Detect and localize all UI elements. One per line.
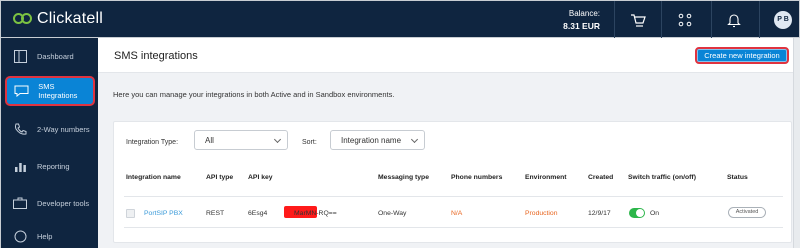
dashboard-icon — [12, 49, 28, 63]
chart-icon — [12, 159, 28, 173]
messaging-type-cell: One-Way — [378, 210, 407, 217]
sort-select[interactable]: Integration name — [330, 130, 425, 150]
balance-display: Balance: 8.31 EUR — [558, 9, 600, 31]
column-header: API key — [248, 174, 273, 181]
sidebar-item-reporting[interactable]: Reporting — [1, 148, 99, 184]
sidebar-item-dashboard[interactable]: Dashboard — [1, 38, 99, 74]
help-icon — [12, 229, 28, 243]
brand-name: Clickatell — [37, 10, 104, 27]
column-header: Integration name — [126, 174, 181, 181]
intro-text: Here you can manage your integrations in… — [113, 90, 395, 99]
column-header: Created — [588, 174, 614, 181]
divider — [661, 1, 662, 39]
switch-traffic-toggle[interactable] — [629, 208, 645, 218]
integration-type-select[interactable]: All — [194, 130, 288, 150]
chevron-down-icon — [273, 135, 282, 144]
sort-value: Integration name — [341, 135, 402, 145]
sidebar-item-label: Reporting — [37, 161, 70, 171]
create-integration-button[interactable]: Create new integration — [695, 47, 789, 64]
chevron-down-icon — [410, 135, 419, 144]
logo-icon — [13, 12, 33, 26]
sidebar: Dashboard SMS Integrations 2-Way numbers… — [0, 38, 98, 248]
sidebar-item-help[interactable]: Help — [1, 222, 99, 248]
integration-type-label: Integration Type: — [126, 139, 179, 146]
api-key-start: 6Esg4 — [248, 210, 268, 217]
balance-label: Balance: — [568, 9, 600, 18]
column-header: API type — [206, 174, 234, 181]
status-badge: Activated — [728, 207, 766, 218]
phone-numbers-link[interactable]: N/A — [451, 210, 462, 217]
integration-name-link[interactable]: PortSIP PBX — [144, 210, 183, 217]
user-avatar[interactable]: P B — [774, 11, 792, 29]
column-header: Status — [727, 174, 748, 181]
integrations-card: Integration Type: All Sort: Integration … — [113, 121, 792, 243]
column-header: Environment — [525, 174, 567, 181]
main-content: SMS integrations Create new integration … — [98, 38, 800, 248]
balance-value: 8.31 EUR — [563, 21, 600, 31]
row-divider — [124, 196, 783, 197]
page-header: SMS integrations Create new integration — [98, 38, 800, 73]
column-header: Phone numbers — [451, 174, 503, 181]
sort-label: Sort: — [302, 139, 317, 146]
integration-type-value: All — [205, 135, 214, 145]
divider — [614, 1, 615, 39]
cart-icon[interactable] — [630, 12, 646, 28]
sidebar-item-label: SMS Integrations — [38, 82, 78, 100]
column-header: Messaging type — [378, 174, 429, 181]
apps-grid-icon[interactable] — [677, 12, 693, 28]
environment-cell: Production — [525, 210, 558, 217]
created-cell: 12/9/17 — [588, 210, 611, 217]
switch-state-label: On — [650, 210, 660, 217]
chat-icon — [14, 84, 29, 98]
briefcase-icon — [12, 196, 28, 210]
sidebar-item-label: Dashboard — [37, 51, 74, 61]
bell-icon[interactable] — [726, 12, 742, 28]
sidebar-item-label: Developer tools — [37, 198, 90, 208]
sidebar-item-label: Help — [37, 231, 53, 241]
top-bar: Clickatell Balance: 8.31 EUR P B — [0, 0, 800, 39]
api-type-cell: REST — [206, 210, 225, 217]
sidebar-item-developer-tools[interactable]: Developer tools — [1, 185, 99, 221]
divider — [711, 1, 712, 39]
row-divider — [124, 227, 783, 228]
sidebar-item-label: 2-Way numbers — [37, 124, 90, 134]
api-key-end: MarMN-RQ== — [294, 210, 337, 217]
clickatell-logo[interactable]: Clickatell — [13, 10, 103, 28]
divider — [759, 1, 760, 39]
sidebar-item-sms-integrations[interactable]: SMS Integrations — [5, 76, 95, 106]
scrollbar[interactable] — [793, 38, 800, 248]
page-title: SMS integrations — [114, 50, 198, 62]
phone-icon — [12, 122, 28, 136]
sidebar-item-2-way-numbers[interactable]: 2-Way numbers — [1, 111, 99, 147]
row-checkbox[interactable] — [126, 209, 135, 218]
column-header: Switch traffic (on/off) — [628, 174, 696, 181]
toggle-knob — [636, 209, 644, 217]
